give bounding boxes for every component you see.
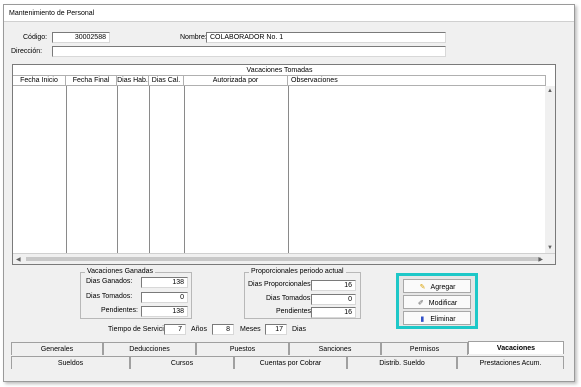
prop-pendientes-field[interactable]: 16 (311, 307, 356, 318)
modificar-button[interactable]: ✐ Modificar (403, 295, 471, 309)
modificar-label: Modificar (428, 300, 458, 307)
nombre-label: Nombre: (180, 34, 207, 41)
grid-title: Vacaciones Tomadas (13, 65, 546, 76)
codigo-field[interactable]: 30002588 (52, 32, 110, 43)
column-divider (117, 86, 118, 253)
dias-tomados-label: Dias Tomados: (86, 293, 133, 300)
tab-cursos[interactable]: Cursos (130, 356, 234, 369)
dias-ganados-label: Dias Ganados: (86, 278, 133, 285)
pendientes-label: Pendientes: (101, 307, 138, 314)
vertical-scrollbar[interactable]: ▲ ▼ (545, 86, 555, 253)
months-label: Meses (240, 326, 261, 333)
scroll-thumb[interactable] (26, 257, 541, 261)
column-header-fecha-inicio[interactable]: Fecha Inicio (13, 76, 66, 86)
column-divider (184, 86, 185, 253)
years-field[interactable]: 7 (164, 324, 186, 335)
months-field[interactable]: 8 (212, 324, 234, 335)
tab-generales[interactable]: Generales (11, 342, 103, 355)
direccion-field[interactable] (52, 46, 446, 57)
pencil-icon: ✎ (419, 284, 426, 291)
action-buttons-frame: ✎ Agregar ✐ Modificar ▮ Eliminar (396, 273, 478, 329)
column-divider (66, 86, 67, 253)
dias-proporcionales-field[interactable]: 16 (311, 280, 356, 291)
window-title: Mantenimiento de Personal (4, 5, 574, 22)
tab-puestos[interactable]: Puestos (196, 342, 289, 355)
days-label: Dias (292, 326, 307, 333)
scroll-down-icon[interactable]: ▼ (547, 245, 553, 251)
prop-dias-tomados-label: Dias Tomados: (266, 295, 313, 302)
agregar-button[interactable]: ✎ Agregar (403, 279, 471, 293)
vacaciones-grid[interactable]: Vacaciones Tomadas Fecha Inicio Fecha Fi… (12, 64, 556, 265)
codigo-label: Código: (23, 34, 48, 41)
nombre-field[interactable]: COLABORADOR No. 1 (206, 32, 446, 43)
horizontal-scrollbar[interactable]: ◀ ▶ (13, 253, 555, 264)
column-header-fecha-final[interactable]: Fecha Final (66, 76, 117, 86)
column-header-observaciones[interactable]: Observaciones (288, 76, 546, 86)
tiempo-servicio-label: Tiempo de Servicio: (108, 326, 170, 333)
tab-vacaciones[interactable]: Vacaciones (468, 341, 564, 354)
proporcionales-title: Proporcionales periodo actual (249, 268, 346, 275)
tab-permisos[interactable]: Permisos (381, 342, 468, 355)
years-label: Años (191, 326, 207, 333)
column-divider (288, 86, 289, 253)
trash-icon: ▮ (420, 316, 425, 323)
edit-document-icon: ✐ (417, 300, 424, 307)
column-divider (149, 86, 150, 253)
scroll-up-icon[interactable]: ▲ (547, 88, 553, 94)
direccion-label: Dirección: (11, 48, 43, 55)
tab-sueldos[interactable]: Sueldos (11, 356, 130, 369)
agregar-label: Agregar (430, 284, 456, 291)
column-header-autorizada-por[interactable]: Autorizada por (184, 76, 288, 86)
personnel-window: Mantenimiento de Personal Código: 300025… (3, 4, 575, 382)
column-header-dias-cal[interactable]: Dias Cal. (149, 76, 184, 86)
prop-dias-tomados-field[interactable]: 0 (311, 294, 356, 305)
vacaciones-ganadas-title: Vacaciones Ganadas (85, 268, 156, 275)
dias-proporcionales-label: Dias Proporcionales: (248, 281, 313, 288)
vacaciones-ganadas-group: Vacaciones Ganadas Dias Ganados: 138 Dia… (80, 268, 192, 319)
dias-ganados-field[interactable]: 138 (141, 277, 188, 288)
eliminar-label: Eliminar (430, 316, 456, 323)
scroll-right-icon[interactable]: ▶ (538, 256, 543, 263)
eliminar-button[interactable]: ▮ Eliminar (403, 311, 471, 325)
proporcionales-group: Proporcionales periodo actual Dias Propo… (244, 268, 361, 319)
tab-sanciones[interactable]: Sanciones (289, 342, 381, 355)
column-header-dias-hab[interactable]: Dias Hab. (117, 76, 149, 86)
tab-cuentas-por-cobrar[interactable]: Cuentas por Cobrar (234, 356, 347, 369)
dias-tomados-field[interactable]: 0 (141, 292, 188, 303)
prop-pendientes-label: Pendientes: (276, 308, 313, 315)
tab-prestaciones-acum[interactable]: Prestaciones Acum. (457, 356, 564, 369)
pendientes-field[interactable]: 138 (141, 306, 188, 317)
days-field[interactable]: 17 (265, 324, 287, 335)
scroll-left-icon[interactable]: ◀ (16, 256, 21, 263)
tab-deducciones[interactable]: Deducciones (103, 342, 196, 355)
tab-distrib-sueldo[interactable]: Distrib. Sueldo (347, 356, 457, 369)
